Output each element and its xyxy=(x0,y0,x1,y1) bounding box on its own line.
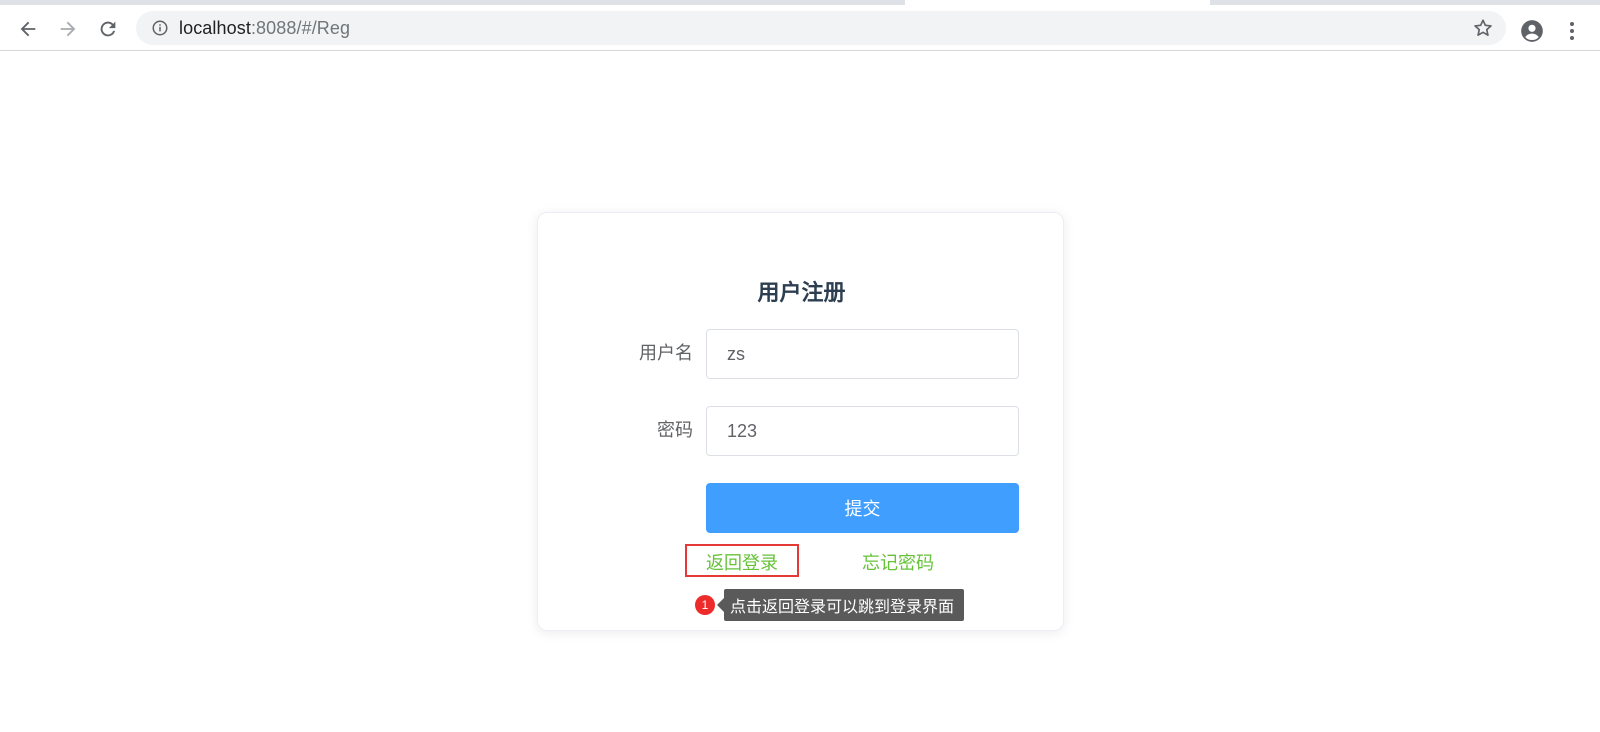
profile-account-icon[interactable] xyxy=(1518,17,1546,45)
reload-button[interactable] xyxy=(92,13,124,45)
url-path: :8088/#/Reg xyxy=(250,17,351,38)
password-label: 密码 xyxy=(657,420,693,441)
more-menu-icon[interactable] xyxy=(1558,17,1586,45)
url-text[interactable]: localhost:8088/#/Reg xyxy=(179,18,350,39)
back-button[interactable] xyxy=(12,13,44,45)
submit-button[interactable]: 提交 xyxy=(706,483,1019,533)
address-bar[interactable]: localhost:8088/#/Reg xyxy=(136,11,1506,45)
arrow-right-icon xyxy=(60,21,76,37)
back-to-login-link[interactable]: 返回登录 xyxy=(706,549,778,575)
password-input[interactable] xyxy=(706,406,1019,456)
arrow-left-icon xyxy=(20,21,36,37)
page-title: 用户注册 xyxy=(757,281,846,306)
url-host: localhost xyxy=(179,17,251,38)
reload-icon xyxy=(100,21,116,37)
username-label: 用户名 xyxy=(639,343,693,364)
forward-button[interactable] xyxy=(52,13,84,45)
annotation-number-badge: 1 xyxy=(695,595,715,615)
browser-toolbar: localhost:8088/#/Reg xyxy=(0,5,1600,51)
forgot-password-link[interactable]: 忘记密码 xyxy=(862,549,934,575)
register-card: 用户注册 用户名 密码 提交 返回登录 忘记密码 xyxy=(537,212,1064,631)
username-input[interactable] xyxy=(706,329,1019,379)
annotation-tooltip: 点击返回登录可以跳到登录界面 xyxy=(716,589,965,621)
bookmark-star-icon[interactable] xyxy=(1472,17,1494,39)
info-icon[interactable] xyxy=(149,17,171,39)
